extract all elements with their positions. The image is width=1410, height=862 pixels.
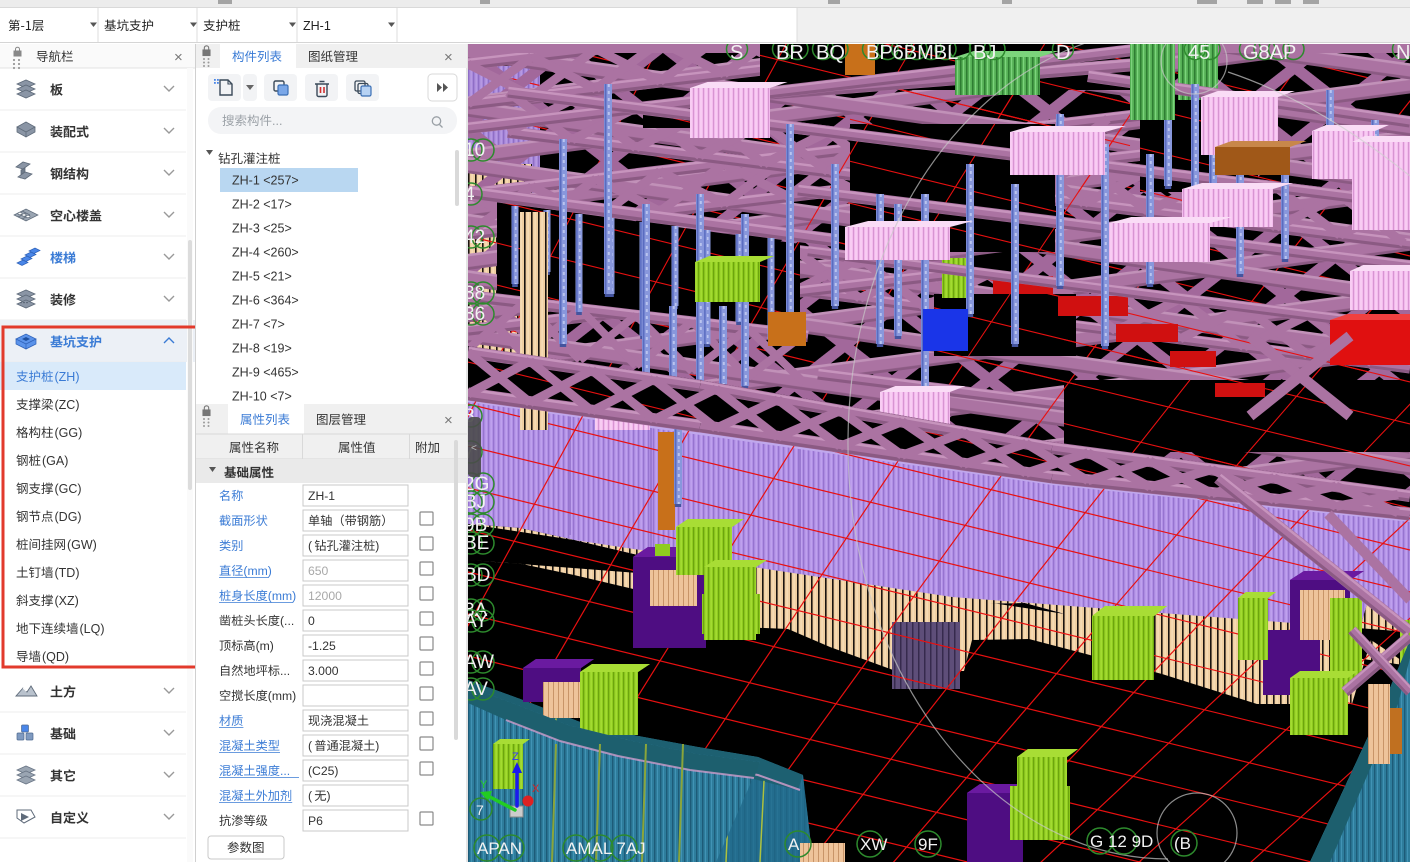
svg-text:G 12 9D: G 12 9D xyxy=(1090,832,1153,851)
svg-text:(GA): (GA) xyxy=(42,454,68,468)
svg-text:ZH-1: ZH-1 xyxy=(308,489,335,503)
svg-text:): ) xyxy=(375,539,379,553)
svg-text:(: ( xyxy=(308,789,312,803)
svg-text:(mm): (mm) xyxy=(243,564,271,578)
svg-text:0: 0 xyxy=(308,614,315,628)
svg-text:ZH-3 <25>: ZH-3 <25> xyxy=(232,222,292,236)
svg-text:ZH-7 <7>: ZH-7 <7> xyxy=(232,318,285,332)
svg-text:-1.25: -1.25 xyxy=(308,639,336,653)
svg-text:...: ... xyxy=(280,764,290,778)
svg-text:(TD): (TD) xyxy=(55,566,80,580)
svg-text:Y: Y xyxy=(480,779,488,791)
svg-text:BD: BD xyxy=(464,565,490,586)
svg-text:ZH-1: ZH-1 xyxy=(303,19,331,33)
svg-text:7: 7 xyxy=(476,802,484,818)
svg-text:ZH-4 <260>: ZH-4 <260> xyxy=(232,246,299,260)
svg-text:(B: (B xyxy=(1174,834,1191,853)
svg-text:BQ: BQ xyxy=(816,42,845,64)
svg-text:BJ: BJ xyxy=(973,42,996,64)
svg-text:(GC): (GC) xyxy=(55,482,82,496)
svg-text:<: < xyxy=(471,443,477,454)
svg-text:): ) xyxy=(375,739,379,753)
svg-text:ZH-5 <21>: ZH-5 <21> xyxy=(232,270,292,284)
svg-text:AW: AW xyxy=(464,652,494,673)
svg-text:(QD): (QD) xyxy=(42,650,69,664)
svg-text:S: S xyxy=(730,42,743,64)
svg-text:P6: P6 xyxy=(308,814,323,828)
svg-text:(...: (... xyxy=(280,614,294,628)
svg-text:ZH-6 <364>: ZH-6 <364> xyxy=(232,294,299,308)
svg-text:A: A xyxy=(788,835,800,854)
svg-text:(mm): (mm) xyxy=(268,589,296,603)
svg-text:(C25): (C25) xyxy=(308,764,338,778)
svg-text:(: ( xyxy=(308,739,312,753)
svg-text:(LQ): (LQ) xyxy=(80,622,105,636)
svg-text:(ZC): (ZC) xyxy=(55,398,80,412)
svg-text:×: × xyxy=(444,49,453,66)
svg-text:12000: 12000 xyxy=(308,589,342,603)
svg-text:N: N xyxy=(1396,42,1410,64)
svg-text:XW: XW xyxy=(860,835,887,854)
svg-text:ZH-1 <257>: ZH-1 <257> xyxy=(232,174,299,188)
svg-text:(m): (m) xyxy=(256,639,274,653)
svg-text:BP6BMBL: BP6BMBL xyxy=(866,42,958,64)
svg-text:(ZH): (ZH) xyxy=(55,370,80,384)
svg-text:(GG): (GG) xyxy=(55,426,83,440)
svg-text:9F: 9F xyxy=(918,835,938,854)
svg-text:ZH-10 <7>: ZH-10 <7> xyxy=(232,390,292,404)
svg-text:3.000: 3.000 xyxy=(308,664,339,678)
svg-text:Z: Z xyxy=(512,751,519,763)
svg-text:ZH-8 <19>: ZH-8 <19> xyxy=(232,342,292,356)
svg-text:×: × xyxy=(174,49,183,66)
svg-text:...: ... xyxy=(272,114,282,128)
svg-text:BR: BR xyxy=(776,42,804,64)
svg-text:D: D xyxy=(1056,42,1070,64)
svg-text:(GW): (GW) xyxy=(67,538,97,552)
svg-text:X: X xyxy=(532,783,540,795)
svg-text:(mm): (mm) xyxy=(268,689,296,703)
svg-text:ZH-2 <17>: ZH-2 <17> xyxy=(232,198,292,212)
svg-text:G8AP: G8AP xyxy=(1243,42,1296,64)
svg-text:ZH-9 <465>: ZH-9 <465> xyxy=(232,366,299,380)
svg-text:BE: BE xyxy=(464,533,489,554)
svg-text:×: × xyxy=(444,412,453,429)
svg-text:APAN: APAN xyxy=(477,839,522,858)
svg-text:...: ... xyxy=(280,664,290,678)
svg-text:): ) xyxy=(327,789,331,803)
svg-text:AMAL 7AJ: AMAL 7AJ xyxy=(566,839,646,858)
svg-text:650: 650 xyxy=(308,564,329,578)
svg-text:AY: AY xyxy=(464,611,488,632)
svg-text:(DG): (DG) xyxy=(55,510,82,524)
svg-text:(XZ): (XZ) xyxy=(55,594,79,608)
svg-text:AV: AV xyxy=(464,679,488,700)
svg-text:(: ( xyxy=(308,539,312,553)
svg-text:45: 45 xyxy=(1188,42,1210,64)
